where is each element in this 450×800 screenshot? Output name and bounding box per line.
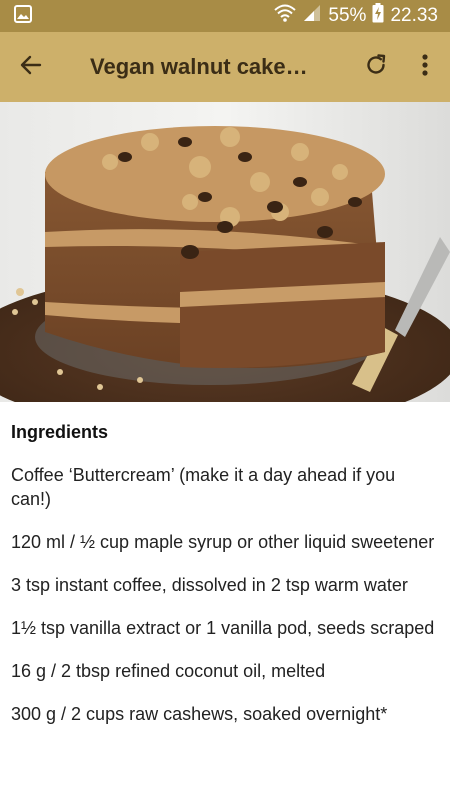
refresh-icon (364, 53, 388, 82)
arrow-back-icon (19, 53, 43, 82)
status-left (14, 4, 32, 28)
recipe-photo (0, 102, 450, 402)
app-bar: Vegan walnut cake… (0, 32, 450, 102)
ingredient-item: 300 g / 2 cups raw cashews, soaked overn… (11, 704, 388, 724)
more-vert-icon (421, 53, 429, 82)
image-icon (14, 4, 32, 28)
battery-percent: 55% (328, 5, 367, 26)
cake-illustration (0, 102, 450, 402)
clock: 22.33 (390, 5, 438, 26)
back-button[interactable] (0, 32, 62, 102)
recipe-content: Ingredients Coffee ‘Buttercream’ (make i… (0, 402, 450, 800)
status-bar: 55% 22.33 (0, 0, 450, 32)
ingredient-item: 120 ml / ½ cup maple syrup or other liqu… (11, 532, 435, 552)
overflow-menu-button[interactable] (400, 32, 450, 102)
page-title: Vegan walnut cake… (90, 54, 308, 79)
ingredient-item: 16 g / 2 tbsp refined coconut oil, melte… (11, 661, 326, 681)
refresh-button[interactable] (352, 32, 400, 102)
ingredient-item: 3 tsp instant coffee, dissolved in 2 tsp… (11, 575, 408, 595)
ingredient-item: Coffee ‘Buttercream’ (make it a day ahea… (11, 465, 396, 509)
battery-charging-icon (372, 3, 384, 29)
ingredient-item: 1½ tsp vanilla extract or 1 vanilla pod,… (11, 618, 435, 638)
status-right: 55% 22.33 (274, 3, 438, 29)
ingredients-heading: Ingredients (11, 422, 109, 442)
wifi-icon (274, 4, 297, 28)
signal-icon (302, 4, 322, 28)
